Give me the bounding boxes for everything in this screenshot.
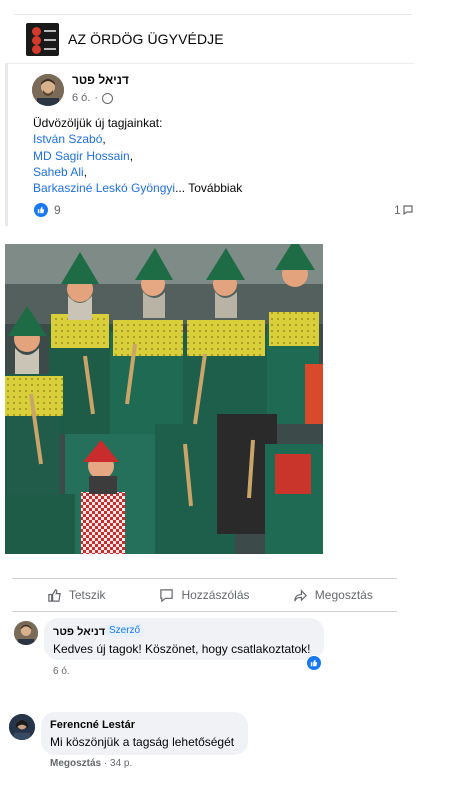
member-link[interactable]: MD Sagir Hossain — [33, 149, 130, 163]
like-button[interactable]: Tetszik — [12, 580, 140, 610]
comment-text: Mi köszönjük a tagság lehetőségét — [50, 735, 235, 749]
comment-button[interactable]: Hozzászólás — [140, 580, 268, 610]
post-photo-witch-puppets[interactable] — [5, 238, 323, 554]
comment-label: Hozzászólás — [181, 588, 250, 602]
logo-line — [44, 29, 56, 32]
logo-dot — [32, 35, 41, 45]
author-badge: Szerző — [105, 624, 145, 637]
member-link[interactable]: Barkasziné Leskó Gyöngyi — [33, 181, 175, 195]
member-separator: , — [102, 132, 106, 147]
commenter-avatar[interactable] — [14, 621, 38, 645]
comment-time[interactable]: 34 p. — [110, 758, 132, 769]
share-button[interactable]: Megosztás — [269, 580, 397, 610]
share-arrow-icon — [294, 588, 307, 602]
group-name[interactable]: AZ ÖRDÖG ÜGYVÉDJE — [68, 31, 224, 47]
comment-time[interactable]: 6 ó. — [53, 666, 70, 677]
ellipsis: ... — [175, 181, 186, 196]
comment-author[interactable]: Ferencné Lestár — [50, 719, 135, 731]
group-header[interactable]: AZ ÖRDÖG ÜGYVÉDJE — [26, 22, 224, 56]
speech-bubble-icon — [160, 588, 174, 602]
see-more-link[interactable]: Továbbiak — [188, 181, 242, 195]
logo-line — [44, 38, 56, 41]
post-meta: 6 ó. · — [72, 92, 114, 104]
separator-dot: · — [94, 92, 99, 104]
like-reaction-icon[interactable] — [306, 655, 322, 671]
comment-count-value: 1 — [394, 203, 401, 217]
logo-dot — [32, 26, 41, 36]
like-label: Tetszik — [68, 588, 106, 602]
post-text: Üdvözöljük új tagjainkat: István Szabó, … — [33, 115, 242, 196]
post-intro: Üdvözöljük új tagjainkat: — [33, 116, 163, 130]
comment-text: Kedves új tagok! Köszönet, hogy csatlako… — [53, 642, 311, 656]
divider — [12, 578, 397, 579]
reaction-count[interactable]: 9 — [54, 203, 61, 217]
comment-meta: Megosztás · 34 p. — [50, 758, 132, 769]
share-label: Megosztás — [314, 588, 373, 602]
logo-dot — [32, 44, 41, 54]
member-link[interactable]: István Szabó — [33, 132, 102, 146]
post-actions-bar: Tetszik Hozzászólás Megosztás — [12, 580, 397, 610]
comment-author[interactable]: דניאל פטר — [53, 626, 105, 638]
reaction-summary[interactable]: 9 — [34, 203, 61, 217]
post-author-name[interactable]: דניאל פטר — [72, 73, 129, 87]
logo-line — [44, 47, 56, 50]
member-link[interactable]: Saheb Ali — [33, 165, 84, 179]
member-separator: , — [129, 148, 134, 163]
divider — [12, 611, 397, 612]
group-logo[interactable] — [26, 22, 59, 56]
commenter-avatar[interactable] — [9, 714, 35, 740]
author-avatar[interactable] — [32, 74, 64, 106]
comment-icon — [403, 205, 413, 216]
post-time[interactable]: 6 ó. — [72, 92, 90, 104]
like-reaction-icon — [34, 203, 48, 217]
comment-share-link[interactable]: Megosztás — [50, 758, 101, 769]
thumb-up-icon — [48, 588, 61, 602]
member-separator: , — [83, 164, 88, 179]
globe-icon — [102, 92, 114, 104]
comment-count[interactable]: 1 — [394, 203, 414, 217]
top-divider — [14, 14, 412, 15]
